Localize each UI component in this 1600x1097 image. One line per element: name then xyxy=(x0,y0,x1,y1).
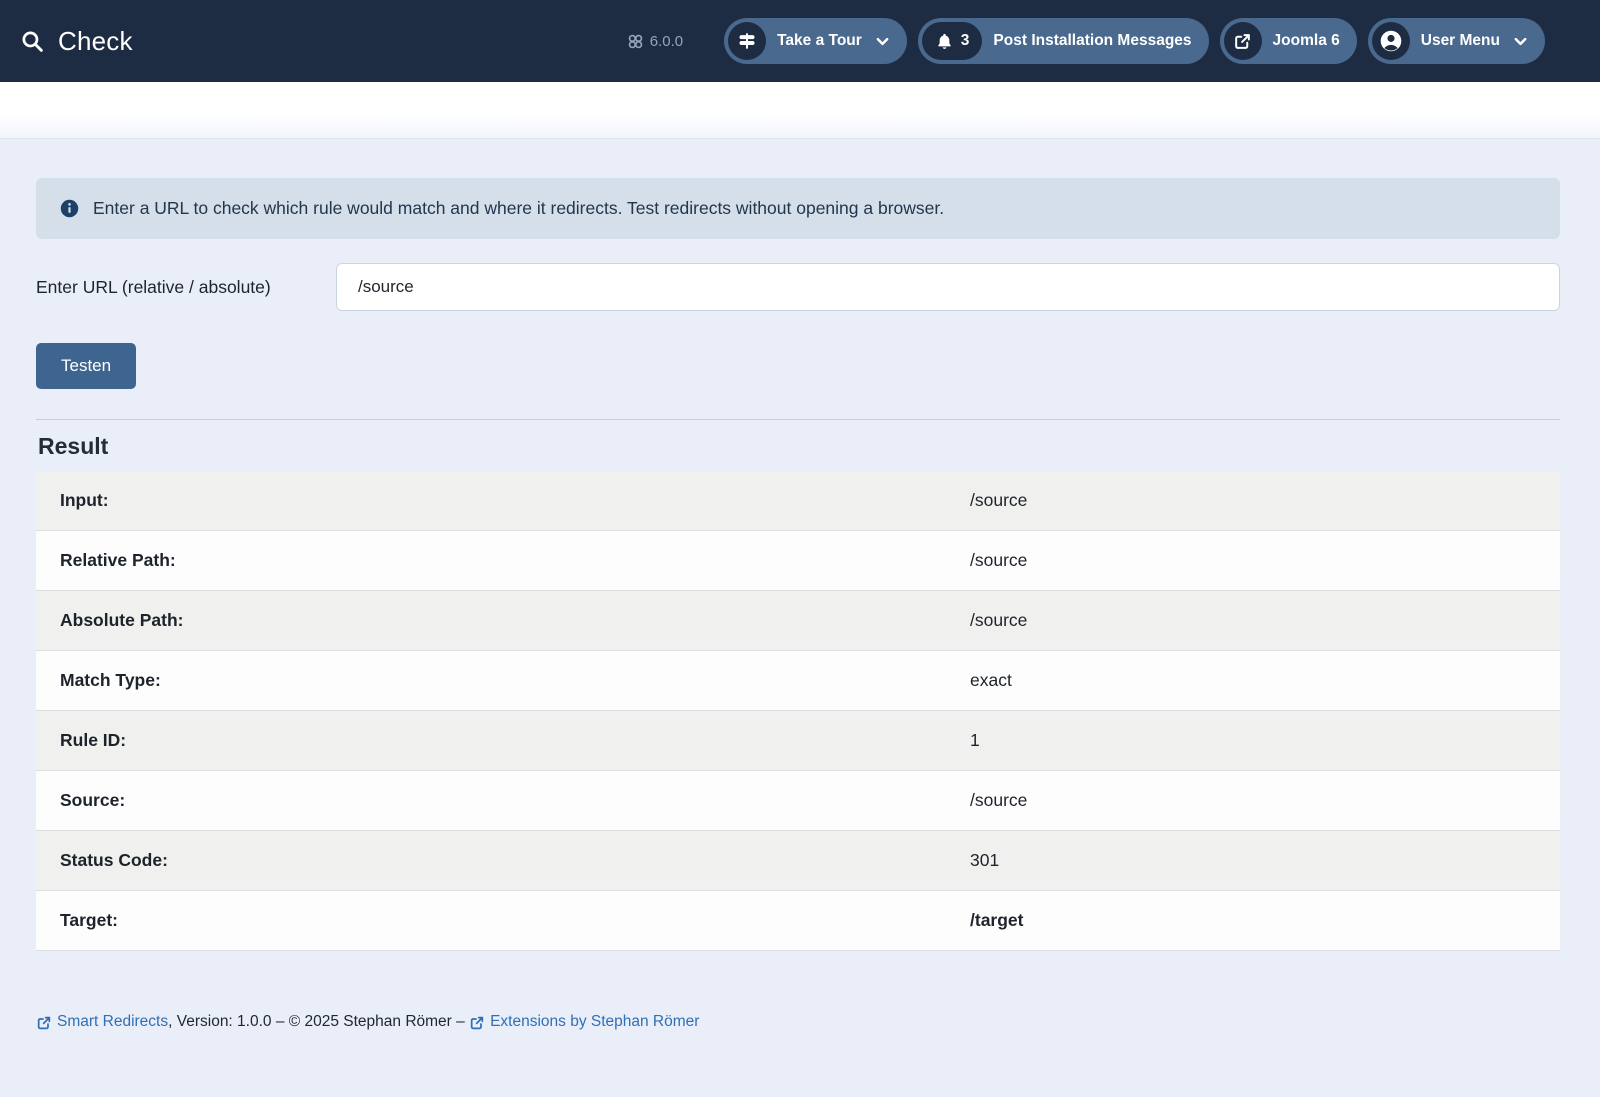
top-navbar: Check 6.0.0 Take a Tour 3 Post Installat… xyxy=(0,0,1600,82)
external-link-icon xyxy=(469,1015,485,1031)
user-circle-icon xyxy=(1372,22,1410,60)
info-icon xyxy=(60,199,79,218)
result-row-value: /target xyxy=(970,909,1023,932)
navbar-right: 6.0.0 Take a Tour 3 Post Installation Me… xyxy=(627,18,1545,64)
extensions-link-label: Extensions by Stephan Römer xyxy=(490,1013,699,1031)
result-row-value: /source xyxy=(970,789,1027,812)
post-installation-messages-label: Post Installation Messages xyxy=(993,32,1191,50)
url-input[interactable] xyxy=(336,263,1560,311)
result-row-label: Status Code: xyxy=(60,849,970,872)
extensions-link[interactable]: Extensions by Stephan Römer xyxy=(469,1013,699,1031)
user-menu-button[interactable]: User Menu xyxy=(1368,18,1545,64)
footer-version-text: , Version: 1.0.0 – © 2025 Stephan Römer … xyxy=(168,1013,469,1031)
user-menu-label: User Menu xyxy=(1421,32,1500,50)
smart-redirects-link-label: Smart Redirects xyxy=(57,1013,168,1031)
url-input-label: Enter URL (relative / absolute) xyxy=(36,277,336,298)
result-row-label: Absolute Path: xyxy=(60,609,970,632)
result-row-absolute-path: Absolute Path: /source xyxy=(36,590,1560,650)
notification-bell-icon: 3 xyxy=(922,22,983,60)
page-footer: Smart Redirects , Version: 1.0.0 – © 202… xyxy=(36,1013,1600,1031)
chevron-down-icon xyxy=(1513,34,1528,49)
result-heading: Result xyxy=(38,433,1560,460)
navbar-left: Check xyxy=(20,26,133,57)
search-icon xyxy=(20,29,45,54)
result-row-value: 1 xyxy=(970,729,980,752)
external-link-icon xyxy=(36,1015,52,1031)
joomla-version: 6.0.0 xyxy=(627,33,683,50)
result-row-label: Input: xyxy=(60,489,970,512)
page-title: Check xyxy=(58,26,133,57)
result-row-rule-id: Rule ID: 1 xyxy=(36,710,1560,770)
post-installation-messages-button[interactable]: 3 Post Installation Messages xyxy=(918,18,1209,64)
take-a-tour-label: Take a Tour xyxy=(777,32,862,50)
result-row-target: Target: /target xyxy=(36,890,1560,951)
signpost-icon xyxy=(728,22,766,60)
section-divider xyxy=(36,419,1560,420)
result-row-value: 301 xyxy=(970,849,999,872)
result-row-label: Rule ID: xyxy=(60,729,970,752)
result-row-label: Target: xyxy=(60,909,970,932)
result-table: Input: /source Relative Path: /source Ab… xyxy=(36,471,1560,951)
result-row-relative-path: Relative Path: /source xyxy=(36,530,1560,590)
toolbar-strip xyxy=(0,82,1600,138)
result-row-value: /source xyxy=(970,609,1027,632)
info-alert-text: Enter a URL to check which rule would ma… xyxy=(93,198,944,219)
joomla-site-label: Joomla 6 xyxy=(1273,32,1340,50)
result-row-value: /source xyxy=(970,549,1027,572)
joomla-site-button[interactable]: Joomla 6 xyxy=(1220,18,1357,64)
result-row-label: Source: xyxy=(60,789,970,812)
chevron-down-icon xyxy=(875,34,890,49)
url-form-row: Enter URL (relative / absolute) xyxy=(36,263,1560,311)
main-content: Enter a URL to check which rule would ma… xyxy=(0,138,1600,951)
joomla-version-number: 6.0.0 xyxy=(650,33,683,50)
take-a-tour-button[interactable]: Take a Tour xyxy=(724,18,907,64)
smart-redirects-link[interactable]: Smart Redirects xyxy=(36,1013,168,1031)
result-row-input: Input: /source xyxy=(36,471,1560,530)
result-row-label: Relative Path: xyxy=(60,549,970,572)
joomla-logo-icon xyxy=(627,33,644,50)
result-row-label: Match Type: xyxy=(60,669,970,692)
result-row-status-code: Status Code: 301 xyxy=(36,830,1560,890)
info-alert: Enter a URL to check which rule would ma… xyxy=(36,178,1560,239)
result-row-match-type: Match Type: exact xyxy=(36,650,1560,710)
messages-count-badge: 3 xyxy=(961,32,970,50)
result-row-value: /source xyxy=(970,489,1027,512)
external-link-icon xyxy=(1224,22,1262,60)
result-row-value: exact xyxy=(970,669,1012,692)
result-row-source: Source: /source xyxy=(36,770,1560,830)
testen-button[interactable]: Testen xyxy=(36,343,136,389)
